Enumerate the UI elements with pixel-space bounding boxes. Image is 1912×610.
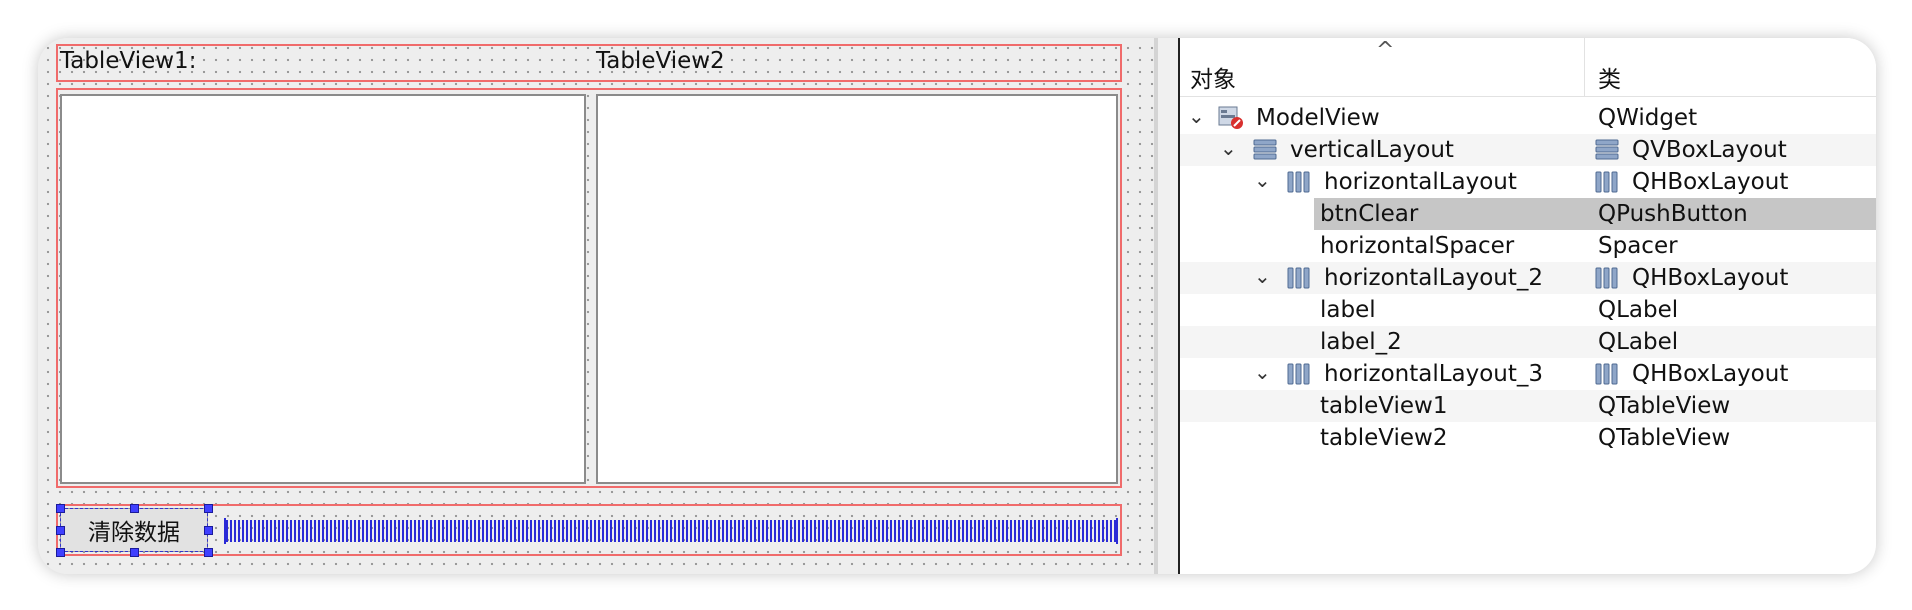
header-separator[interactable]: [1584, 38, 1585, 96]
tree-row-name: ModelView: [1256, 105, 1380, 131]
tree-row-class: QVBoxLayout: [1632, 137, 1787, 163]
resize-handle-bottom-right[interactable]: [204, 548, 213, 557]
tree-row-horizontallayout[interactable]: ⌄ horizontalLayout QHBoxLayout: [1180, 166, 1876, 198]
header-object[interactable]: 对象: [1190, 60, 1236, 94]
table-view-2[interactable]: [596, 94, 1118, 484]
header-class[interactable]: 类: [1598, 60, 1621, 94]
tree-row-class: QTableView: [1598, 393, 1731, 419]
resize-handle-top[interactable]: [130, 504, 139, 513]
hbox-layout-icon: [1286, 266, 1312, 290]
spacer-right-cap: [1116, 518, 1118, 544]
tree-row-tableview1[interactable]: tableView1 QTableView: [1180, 390, 1876, 422]
hbox-layout-icon: [1594, 170, 1620, 194]
horizontal-layout-2-frame[interactable]: [56, 44, 1122, 82]
resize-handle-bottom-left[interactable]: [56, 548, 65, 557]
tree-row-tableview2[interactable]: tableView2 QTableView: [1180, 422, 1876, 454]
splitter-handle[interactable]: [1154, 38, 1158, 574]
vbox-layout-icon: [1594, 138, 1620, 162]
resize-handle-top-right[interactable]: [204, 504, 213, 513]
resize-handle-right[interactable]: [204, 526, 213, 535]
tree-row-class: QHBoxLayout: [1632, 169, 1789, 195]
label-tableview1[interactable]: TableView1:: [60, 48, 196, 74]
hbox-layout-icon: [1286, 170, 1312, 194]
resize-handle-top-left[interactable]: [56, 504, 65, 513]
tree-row-name: horizontalSpacer: [1320, 233, 1515, 259]
vbox-layout-icon: [1252, 138, 1278, 162]
resize-handle-left[interactable]: [56, 526, 65, 535]
sort-indicator-icon: ^: [1376, 38, 1395, 63]
label-tableview2[interactable]: TableView2: [596, 48, 725, 74]
tree-row-horizontallayout-3[interactable]: ⌄ horizontalLayout_3 QHBoxLayout: [1180, 358, 1876, 390]
tree-row-name: label_2: [1320, 329, 1402, 355]
tree-row-class: QLabel: [1598, 297, 1679, 323]
tree-row-modelview[interactable]: ⌄ ModelView QWidget: [1180, 102, 1876, 134]
tree-row-horizontallayout-2[interactable]: ⌄ horizontalLayout_2 QHBoxLayout: [1180, 262, 1876, 294]
tree-header: ^ 对象 类: [1180, 38, 1876, 97]
tree-row-class: Spacer: [1598, 233, 1678, 259]
hbox-layout-icon: [1594, 266, 1620, 290]
tree-row-name: tableView1: [1320, 393, 1448, 419]
clear-data-button[interactable]: 清除数据: [60, 508, 208, 552]
hbox-layout-icon: [1594, 362, 1620, 386]
tree-row-class: QHBoxLayout: [1632, 265, 1789, 291]
tree-row-name: btnClear: [1320, 201, 1419, 227]
chevron-down-icon[interactable]: ⌄: [1220, 136, 1237, 160]
hbox-layout-icon: [1286, 362, 1312, 386]
chevron-down-icon[interactable]: ⌄: [1188, 104, 1205, 128]
tree-row-name: horizontalLayout_2: [1324, 265, 1544, 291]
object-inspector: ^ 对象 类 ⌄ ModelView QWidget ⌄ verticalLay…: [1180, 38, 1876, 574]
tree-row-class: QLabel: [1598, 329, 1679, 355]
tree-row-name: tableView2: [1320, 425, 1448, 451]
tree-row-class: QHBoxLayout: [1632, 361, 1789, 387]
tree-row-label[interactable]: label QLabel: [1180, 294, 1876, 326]
form-canvas[interactable]: TableView1: TableView2 清除数据: [38, 38, 1154, 574]
tree-row-horizontalspacer[interactable]: horizontalSpacer Spacer: [1180, 230, 1876, 262]
tree-row-name: verticalLayout: [1290, 137, 1454, 163]
tree-row-name: label: [1320, 297, 1376, 323]
chevron-down-icon[interactable]: ⌄: [1254, 168, 1271, 192]
tree-row-verticallayout[interactable]: ⌄ verticalLayout QVBoxLayout: [1180, 134, 1876, 166]
tree-row-class: QTableView: [1598, 425, 1731, 451]
tree-row-name: horizontalLayout: [1324, 169, 1517, 195]
tree-row-label-2[interactable]: label_2 QLabel: [1180, 326, 1876, 358]
horizontal-spacer[interactable]: [226, 520, 1116, 542]
tree-row-class: QWidget: [1598, 105, 1698, 131]
tree-row-name: horizontalLayout_3: [1324, 361, 1544, 387]
tree-row-class: QPushButton: [1598, 201, 1748, 227]
tree-row-btnclear[interactable]: btnClear QPushButton: [1180, 198, 1876, 230]
chevron-down-icon[interactable]: ⌄: [1254, 264, 1271, 288]
widget-icon: [1218, 106, 1244, 130]
chevron-down-icon[interactable]: ⌄: [1254, 360, 1271, 384]
table-view-1[interactable]: [60, 94, 586, 484]
resize-handle-bottom[interactable]: [130, 548, 139, 557]
designer-window: TableView1: TableView2 清除数据 ^ 对象 类 ⌄ Mod…: [38, 38, 1876, 574]
